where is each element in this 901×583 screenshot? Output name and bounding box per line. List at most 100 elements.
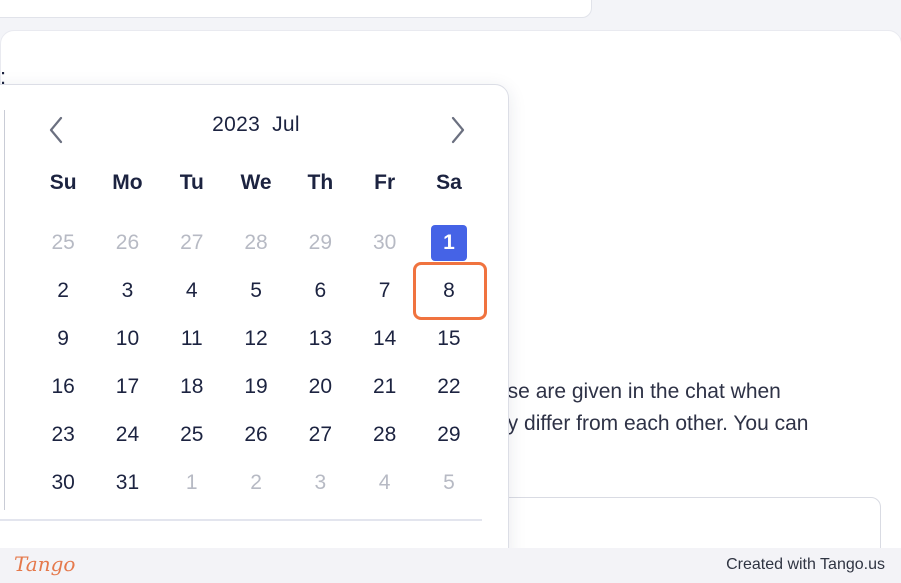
calendar-day[interactable]: 25 bbox=[31, 225, 95, 261]
next-month-button[interactable] bbox=[442, 112, 474, 148]
day-number: 2 bbox=[250, 471, 262, 494]
day-number: 28 bbox=[372, 423, 397, 446]
day-number: 13 bbox=[308, 327, 333, 350]
calendar-week-row: 23 24 25 26 27 28 29 bbox=[31, 417, 481, 453]
chevron-left-icon bbox=[49, 116, 63, 144]
page-background: : ese are given in the chat when ey diff… bbox=[0, 0, 901, 548]
day-number: 17 bbox=[115, 375, 140, 398]
calendar-day[interactable]: 6 bbox=[288, 273, 352, 309]
day-number: 11 bbox=[180, 327, 203, 350]
day-number: 21 bbox=[372, 375, 397, 398]
day-number: 25 bbox=[51, 231, 75, 254]
calendar-day[interactable]: 22 bbox=[417, 369, 481, 405]
weekday-header-row: Su Mo Tu We Th Fr Sa bbox=[31, 168, 481, 198]
day-number: 31 bbox=[115, 471, 140, 494]
day-number: 4 bbox=[378, 471, 391, 494]
month-year-title[interactable]: 2023 Jul bbox=[180, 113, 332, 137]
created-with-credit: Created with Tango.us bbox=[726, 556, 885, 573]
day-number: 29 bbox=[308, 231, 333, 254]
calendar-day[interactable]: 11 bbox=[160, 321, 224, 357]
calendar-day[interactable]: 28 bbox=[224, 225, 288, 261]
calendar-day[interactable]: 9 bbox=[31, 321, 95, 357]
day-number: 23 bbox=[51, 423, 75, 446]
calendar-day[interactable]: 21 bbox=[352, 369, 416, 405]
calendar-day[interactable]: 4 bbox=[160, 273, 224, 309]
calendar-day[interactable]: 20 bbox=[288, 369, 352, 405]
day-number: 9 bbox=[57, 327, 69, 350]
selected-day[interactable]: 1 bbox=[417, 225, 481, 261]
calendar-day[interactable]: 7 bbox=[352, 273, 416, 309]
calendar-day[interactable]: 10 bbox=[95, 321, 159, 357]
calendar-week-row: 9 10 11 12 13 14 15 bbox=[31, 321, 481, 357]
calendar-day[interactable]: 15 bbox=[417, 321, 481, 357]
calendar-day[interactable]: 31 bbox=[95, 465, 159, 501]
day-number: 12 bbox=[244, 327, 268, 350]
calendar-day[interactable]: 19 bbox=[224, 369, 288, 405]
calendar-day[interactable]: 16 bbox=[31, 369, 95, 405]
previous-month-button[interactable] bbox=[40, 112, 72, 148]
calendar-day[interactable]: 18 bbox=[160, 369, 224, 405]
tango-logo: Tango bbox=[14, 552, 76, 576]
text-input-box[interactable] bbox=[486, 497, 881, 548]
day-number: 18 bbox=[180, 375, 204, 398]
day-number: 3 bbox=[314, 471, 327, 494]
calendar-day[interactable]: 4 bbox=[352, 465, 416, 501]
calendar-day[interactable]: 26 bbox=[224, 417, 288, 453]
divider bbox=[4, 110, 5, 510]
calendar-day[interactable]: 30 bbox=[31, 465, 95, 501]
calendar-day[interactable]: 3 bbox=[95, 273, 159, 309]
calendar-day[interactable]: 14 bbox=[352, 321, 416, 357]
weekday-label: We bbox=[240, 171, 272, 194]
calendar-day[interactable]: 5 bbox=[417, 465, 481, 501]
day-number: 2 bbox=[57, 279, 69, 302]
calendar-day[interactable]: 1 bbox=[160, 465, 224, 501]
tango-footer: Tango Created with Tango.us bbox=[0, 548, 901, 583]
calendar-day[interactable]: 29 bbox=[288, 225, 352, 261]
calendar-week-row: 16 17 18 19 20 21 22 bbox=[31, 369, 481, 405]
day-number: 5 bbox=[443, 471, 455, 494]
calendar-day[interactable]: 29 bbox=[417, 417, 481, 453]
month-label: Jul bbox=[272, 113, 300, 136]
day-number: 16 bbox=[51, 375, 75, 398]
weekday-label: Su bbox=[49, 171, 77, 194]
day-number: 5 bbox=[250, 279, 262, 302]
calendar-day[interactable]: 24 bbox=[95, 417, 159, 453]
calendar-day[interactable]: 2 bbox=[31, 273, 95, 309]
calendar-day[interactable]: 26 bbox=[95, 225, 159, 261]
day-number: 7 bbox=[378, 279, 391, 302]
day-number: 6 bbox=[314, 279, 327, 302]
calendar-week-row: 25 26 27 28 29 30 1 bbox=[31, 225, 481, 261]
help-text: ese are given in the chat when ey differ… bbox=[496, 376, 809, 440]
target-day[interactable]: 8 bbox=[417, 273, 481, 309]
calendar-day[interactable]: 28 bbox=[352, 417, 416, 453]
calendar-day[interactable]: 17 bbox=[95, 369, 159, 405]
weekday-label: Th bbox=[307, 171, 334, 194]
previous-field-card bbox=[0, 0, 592, 18]
calendar-day[interactable]: 3 bbox=[288, 465, 352, 501]
day-number: 30 bbox=[51, 471, 75, 494]
day-number: 25 bbox=[180, 423, 204, 446]
day-number: 26 bbox=[244, 423, 268, 446]
calendar-day[interactable]: 13 bbox=[288, 321, 352, 357]
calendar-day[interactable]: 12 bbox=[224, 321, 288, 357]
calendar-day[interactable]: 30 bbox=[352, 225, 416, 261]
day-number: 24 bbox=[115, 423, 140, 446]
calendar-day[interactable]: 2 bbox=[224, 465, 288, 501]
calendar-day[interactable]: 27 bbox=[160, 225, 224, 261]
calendar-day[interactable]: 27 bbox=[288, 417, 352, 453]
day-number: 27 bbox=[180, 231, 204, 254]
day-number: 1 bbox=[430, 225, 467, 261]
calendar-day[interactable]: 5 bbox=[224, 273, 288, 309]
day-number: 4 bbox=[185, 279, 198, 302]
day-number: 19 bbox=[244, 375, 268, 398]
weekday-label: Mo bbox=[112, 171, 143, 194]
day-number: 22 bbox=[437, 375, 461, 398]
day-number: 14 bbox=[372, 327, 397, 350]
weekday-label: Fr bbox=[374, 171, 396, 194]
day-number: 28 bbox=[244, 231, 268, 254]
calendar-week-row: 30 31 1 2 3 4 5 bbox=[31, 465, 481, 501]
help-text-line-1: ese are given in the chat when bbox=[496, 380, 781, 403]
calendar-day[interactable]: 25 bbox=[160, 417, 224, 453]
calendar-day[interactable]: 23 bbox=[31, 417, 95, 453]
help-text-line-2: ey differ from each other. You can bbox=[496, 412, 809, 435]
